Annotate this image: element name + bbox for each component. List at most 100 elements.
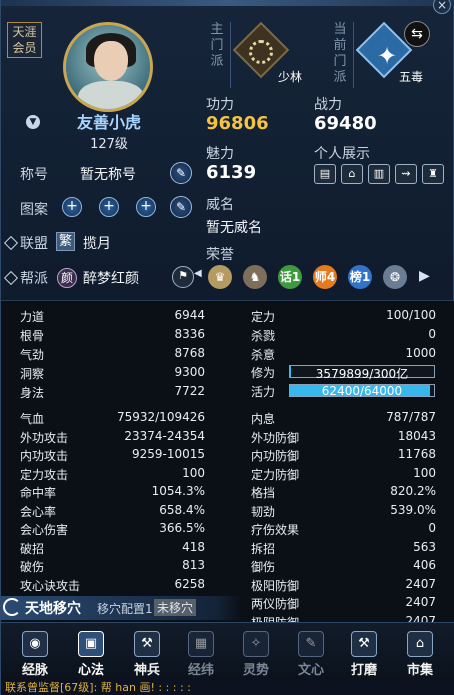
stat-right-top-label: 定力 bbox=[251, 310, 276, 324]
stat-right-top-label: 杀意 bbox=[251, 348, 276, 362]
avatar bbox=[63, 22, 153, 112]
swap-school-icon[interactable]: ⇆ bbox=[404, 21, 430, 47]
add-pattern-button-1[interactable]: + bbox=[62, 197, 82, 217]
stat-right-label: 内息 bbox=[251, 412, 276, 426]
close-button[interactable]: × bbox=[433, 0, 451, 14]
honor-badge-shi[interactable]: 师4 bbox=[313, 265, 337, 289]
stat-left-top-value: 8336 bbox=[174, 327, 205, 341]
add-pattern-button-2[interactable]: + bbox=[99, 197, 119, 217]
stat-left-value: 1054.3% bbox=[151, 484, 205, 498]
tab-divine-weapon[interactable]: 神兵 bbox=[122, 659, 172, 678]
tab-jingwei[interactable]: 经纬 bbox=[176, 659, 226, 678]
alliance-label: 联盟 bbox=[20, 236, 48, 252]
stats-panel: 力道 6944 根骨 8336 气劲 8768 洞察 9300 身法 7722 定力 100/100… bbox=[1, 301, 454, 630]
honor-emblem-icon[interactable]: ❂ bbox=[383, 265, 407, 289]
stat-right-value: 787/787 bbox=[386, 410, 436, 424]
acupoint-config[interactable]: 移穴配置1 bbox=[97, 600, 153, 617]
stat-left-label: 破招 bbox=[20, 541, 45, 556]
mount-icon[interactable]: ⇝ bbox=[395, 164, 417, 184]
alliance-value[interactable]: 揽月 bbox=[83, 233, 111, 253]
stat-right-value: 820.2% bbox=[390, 484, 436, 498]
avatar-face bbox=[94, 41, 128, 81]
honor-warrior-icon[interactable]: ♞ bbox=[243, 265, 267, 289]
character-panel: × 天涯会员 ▼ 友善小虎 127级 称号 暂无称号 ✎ 图案 + + + ✎ … bbox=[0, 0, 454, 695]
stat-left-value: 100 bbox=[182, 465, 205, 480]
guild-tag: 颜 bbox=[57, 268, 77, 288]
stat-left-value: 23374-24354 bbox=[124, 428, 205, 443]
honor-badge-hua[interactable]: 话1 bbox=[278, 265, 302, 289]
guild-emblem-icon[interactable]: ⚑ bbox=[172, 266, 194, 288]
stat-left-value: 6258 bbox=[174, 576, 205, 591]
gongli-value: 96806 bbox=[206, 113, 269, 134]
zhanli-label: 战力 bbox=[314, 97, 342, 113]
stat-left-value: 418 bbox=[182, 539, 205, 554]
tab-polish[interactable]: 打磨 bbox=[339, 659, 389, 678]
honor-crown-icon[interactable]: ♛ bbox=[208, 265, 232, 289]
stat-right-value: 18043 bbox=[397, 428, 436, 443]
stat-left-top-label: 气劲 bbox=[20, 348, 45, 362]
edit-pattern-button[interactable]: ✎ bbox=[170, 196, 192, 218]
stat-right-value: 406 bbox=[413, 558, 436, 572]
stat-left-top-label: 根骨 bbox=[20, 329, 45, 343]
swirl-icon bbox=[3, 598, 21, 616]
stat-right-label: 内功防御 bbox=[251, 449, 300, 463]
tab-spirit[interactable]: 灵势 bbox=[231, 659, 281, 678]
add-pattern-button-3[interactable]: + bbox=[136, 197, 156, 217]
stat-left-top-label: 力道 bbox=[20, 310, 45, 324]
xiuwei-label: 修为 bbox=[251, 366, 276, 380]
market-icon[interactable]: ⌂ bbox=[407, 631, 433, 657]
divider bbox=[353, 22, 354, 88]
stat-right-value: 100 bbox=[413, 465, 436, 480]
stat-left-value: 366.5% bbox=[159, 521, 205, 535]
vip-badge[interactable]: 天涯会员 bbox=[7, 22, 42, 58]
meridian-icon[interactable]: ◉ bbox=[22, 631, 48, 657]
chat-line[interactable]: 联系曾监督[67级]: 帮 han 画! : : : : : bbox=[1, 680, 454, 695]
xiuwei-text: 3579899/300亿 bbox=[315, 367, 409, 381]
chevron-down-icon[interactable]: ▼ bbox=[26, 115, 40, 129]
personal-display-label: 个人展示 bbox=[314, 146, 370, 162]
stat-right-value: 563 bbox=[413, 539, 436, 554]
acupoint-bar: 天地移穴 移穴配置1 未移穴 bbox=[1, 596, 454, 622]
outfit-icon[interactable]: ♜ bbox=[422, 164, 444, 184]
id-card-icon[interactable]: ▤ bbox=[314, 164, 336, 184]
divider bbox=[230, 22, 231, 88]
jingwei-icon[interactable]: ▦ bbox=[188, 631, 214, 657]
stat-left-label: 内功攻击 bbox=[20, 449, 69, 463]
tab-mind-method[interactable]: 心法 bbox=[66, 659, 116, 678]
zhanli-value: 69480 bbox=[314, 113, 377, 134]
stat-right-label: 格挡 bbox=[251, 486, 276, 500]
hammer-icon[interactable]: ⚒ bbox=[351, 631, 377, 657]
chevron-right-icon[interactable]: ▶ bbox=[419, 268, 430, 284]
honor-badge-bang[interactable]: 榜1 bbox=[348, 265, 372, 289]
divine-weapon-icon[interactable]: ⚒ bbox=[134, 631, 160, 657]
stat-left-label: 攻心诀攻击 bbox=[20, 578, 81, 593]
acupoint-status: 未移穴 bbox=[154, 599, 197, 616]
stat-left-top-value: 6944 bbox=[174, 308, 205, 322]
tab-meridian[interactable]: 经脉 bbox=[10, 659, 60, 678]
stat-right-label: 极阳防御 bbox=[251, 578, 300, 593]
huoli-label: 活力 bbox=[251, 385, 276, 399]
tab-market[interactable]: 市集 bbox=[395, 659, 445, 678]
stat-left-top-label: 洞察 bbox=[20, 367, 45, 381]
mind-method-icon[interactable]: ▣ bbox=[78, 631, 104, 657]
spirit-icon[interactable]: ✧ bbox=[243, 631, 269, 657]
stat-left-top-value: 8768 bbox=[174, 346, 205, 360]
stat-left-value: 75932/109426 bbox=[116, 410, 205, 424]
edit-title-button[interactable]: ✎ bbox=[170, 162, 192, 184]
guild-value[interactable]: 醉梦红颜 bbox=[83, 268, 139, 288]
tab-wenxin[interactable]: 文心 bbox=[286, 659, 336, 678]
current-school-name: 五毒 bbox=[399, 70, 424, 84]
weiming-value: 暂无威名 bbox=[206, 220, 262, 236]
meili-value: 6139 bbox=[206, 162, 257, 183]
stat-left-label: 定力攻击 bbox=[20, 467, 69, 482]
diamond-icon bbox=[3, 235, 19, 251]
house-icon[interactable]: ⌂ bbox=[341, 164, 363, 184]
stat-left-label: 破伤 bbox=[20, 560, 45, 574]
wenxin-icon[interactable]: ✎ bbox=[298, 631, 324, 657]
chevron-left-icon[interactable]: ◀ bbox=[194, 268, 202, 279]
building-icon[interactable]: ▥ bbox=[368, 164, 390, 184]
stat-right-top-value: 100/100 bbox=[386, 308, 436, 322]
huoli-text: 62400/64000 bbox=[321, 384, 403, 398]
stat-left-value: 9259-10015 bbox=[131, 447, 205, 461]
player-level: 127级 bbox=[90, 137, 128, 152]
